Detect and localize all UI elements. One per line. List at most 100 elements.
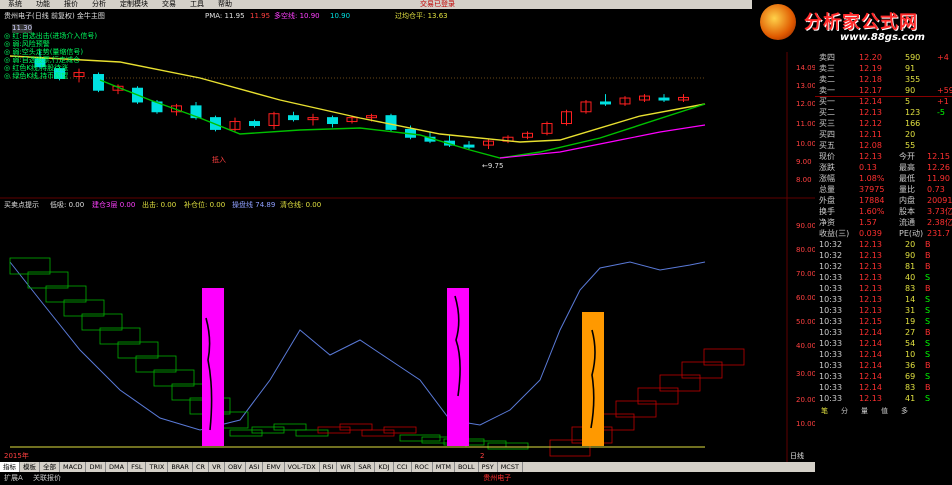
- tick-tab[interactable]: 值: [881, 406, 888, 416]
- indicator-tab[interactable]: CCI: [394, 462, 412, 472]
- indicator-tab[interactable]: FSL: [128, 462, 147, 472]
- ask-change: +4: [937, 53, 949, 62]
- legend-item-6: ◎ 绿色K线,持币观望: [4, 72, 69, 80]
- status-stock-name: 贵州电子: [483, 474, 512, 482]
- stat-value: 12.26: [927, 163, 950, 172]
- indicator-tab[interactable]: WR: [337, 462, 356, 472]
- tick-volume: 20: [905, 240, 916, 249]
- tick-row: 10:33 12.13 83 B: [815, 283, 952, 294]
- bid-label: 买四: [819, 130, 835, 139]
- tick-direction: B: [925, 383, 931, 392]
- indicator-tab[interactable]: 模板: [20, 462, 40, 472]
- ask-volume: 355: [905, 75, 921, 84]
- tick-direction: S: [925, 350, 931, 359]
- indicator-tab[interactable]: OBV: [225, 462, 246, 472]
- stat-label: 最低: [899, 174, 915, 183]
- tick-time: 10:32: [819, 251, 843, 260]
- tick-row: 10:33 12.14 54 S: [815, 338, 952, 349]
- bid-row: 买一 12.14 5 +1: [815, 96, 952, 107]
- ask-volume: 90: [905, 86, 916, 95]
- tick-row: 10:33 12.14 69 S: [815, 371, 952, 382]
- candle-body: [93, 74, 104, 91]
- tick-row: 10:33 12.14 27 B: [815, 327, 952, 338]
- indicator-tab[interactable]: VOL-TDX: [285, 462, 320, 472]
- tick-time: 10:33: [819, 372, 843, 381]
- tick-price: 12.13: [859, 251, 882, 260]
- indicator-tab[interactable]: DMA: [106, 462, 129, 472]
- lower-label-add: 补仓位: 0.00: [184, 201, 226, 209]
- indicator-tab[interactable]: EMV: [263, 462, 285, 472]
- indicator-tab[interactable]: CR: [193, 462, 210, 472]
- pma-label: PMA: 11.95: [205, 12, 245, 20]
- tick-time: 10:33: [819, 284, 843, 293]
- stat-value: 0.13: [859, 163, 877, 172]
- indicator-tab[interactable]: KDJ: [375, 462, 394, 472]
- bid-volume: 166: [905, 119, 921, 128]
- indicator-tab[interactable]: MTM: [433, 462, 455, 472]
- tick-volume: 14: [905, 295, 916, 304]
- tick-tab[interactable]: 笔: [821, 406, 828, 416]
- chart-background: [0, 9, 815, 462]
- indicator-tab[interactable]: RSI: [320, 462, 338, 472]
- indicator-tab[interactable]: BRAR: [168, 462, 193, 472]
- indicator-tab[interactable]: MCST: [498, 462, 523, 472]
- tick-price: 12.15: [859, 317, 882, 326]
- tick-tab[interactable]: 量: [861, 406, 868, 416]
- upper-chart-title: 贵州电子(日线 前复权) 金牛主图: [4, 12, 105, 20]
- flat-label: 过均仓平: 13.63: [395, 12, 448, 20]
- stat-label: 量比: [899, 185, 915, 194]
- tick-price: 12.14: [859, 339, 882, 348]
- period-label[interactable]: 日线: [790, 452, 804, 461]
- status-extended[interactable]: 扩展A: [4, 474, 23, 482]
- chart-area[interactable]: [0, 0, 815, 462]
- stat-label: 收益(三): [819, 229, 850, 238]
- bid-price: 12.11: [859, 130, 882, 139]
- lower-axis-label: 90.00: [796, 222, 817, 230]
- indicator-tab[interactable]: SAR: [355, 462, 376, 472]
- tick-direction: S: [925, 295, 931, 304]
- tick-direction: S: [925, 339, 931, 348]
- tick-time: 10:33: [819, 394, 843, 403]
- indicator-tab[interactable]: VR: [209, 462, 226, 472]
- stat-label: 外盘: [819, 196, 835, 205]
- tick-direction: B: [925, 240, 931, 249]
- tick-price: 12.14: [859, 361, 882, 370]
- stat-label: 总量: [819, 185, 835, 194]
- candle-body: [463, 144, 475, 148]
- tick-volume: 19: [905, 317, 916, 326]
- tick-direction: B: [925, 262, 931, 271]
- bid-volume: 20: [905, 130, 916, 139]
- tick-tab[interactable]: 分: [841, 406, 848, 416]
- candle-body: [249, 121, 260, 126]
- tick-price: 12.14: [859, 350, 882, 359]
- indicator-tab[interactable]: DMI: [86, 462, 107, 472]
- indicator-tab[interactable]: ASI: [246, 462, 264, 472]
- buy-annotation: 抵入: [212, 156, 226, 164]
- indicator-tab[interactable]: 指标: [0, 462, 20, 472]
- indicator-tab[interactable]: 全部: [40, 462, 60, 472]
- quote-panel: 卖四 12.20 590 +4 卖三 12.19 91 卖二 12.18 355 卖一 12.17 90…: [815, 52, 952, 485]
- stat-value: 1.57: [859, 218, 877, 227]
- indicator-tab[interactable]: ROC: [412, 462, 433, 472]
- ask-row: 卖四 12.20 590 +4: [815, 52, 952, 63]
- stat-value: 17884: [859, 196, 885, 205]
- lower-chart-title: 买卖点提示: [4, 201, 39, 209]
- stat-value: 37975: [859, 185, 885, 194]
- indicator-tab[interactable]: MACD: [60, 462, 87, 472]
- tick-row: 10:33 12.15 19 S: [815, 316, 952, 327]
- indicator-tab[interactable]: TRIX: [146, 462, 169, 472]
- stat-value: 12.13: [859, 152, 882, 161]
- tick-volume: 69: [905, 372, 916, 381]
- tick-row: 10:33 12.14 10 S: [815, 349, 952, 360]
- tick-price: 12.14: [859, 372, 882, 381]
- tick-tab[interactable]: 多: [901, 406, 908, 416]
- tick-direction: B: [925, 284, 931, 293]
- logo-emblem-icon: [760, 4, 796, 40]
- status-linked-quote[interactable]: 关联报价: [33, 474, 61, 482]
- indicator-tab[interactable]: PSY: [479, 462, 498, 472]
- upper-axis-label: 11.00: [796, 120, 817, 128]
- ask-price: 12.18: [859, 75, 882, 84]
- indicator-tab[interactable]: BOLL: [455, 462, 479, 472]
- tick-price: 12.13: [859, 262, 882, 271]
- upper-axis-label: 9.00: [796, 158, 812, 166]
